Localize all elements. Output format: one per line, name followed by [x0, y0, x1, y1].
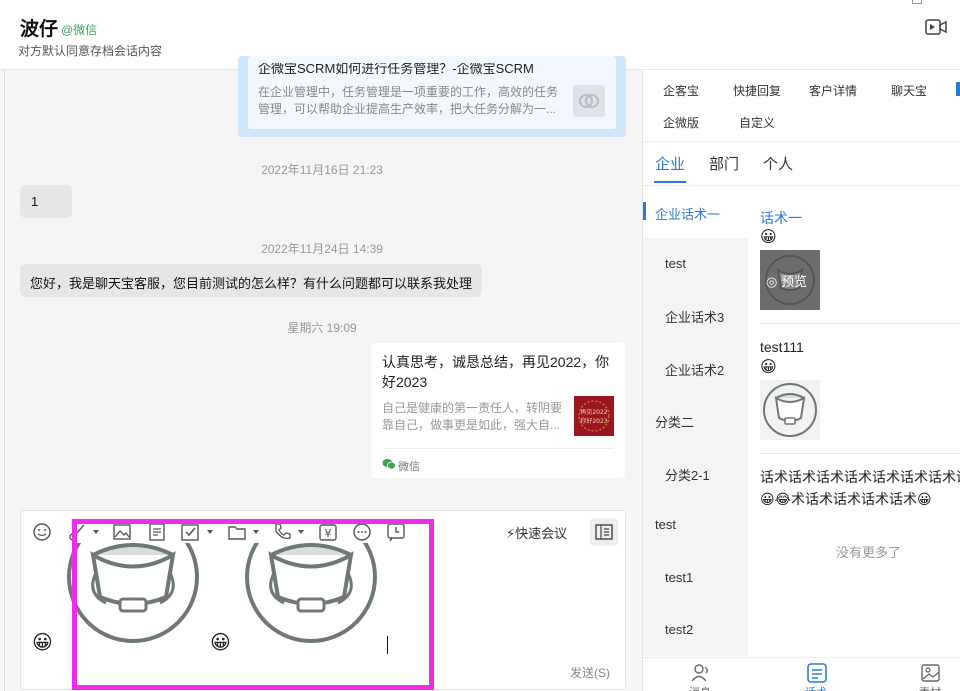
- article-card-desc: 在企业管理中，任务管理是一项重要的工作，高效的任务管理，可以帮助企业提高生产效率…: [258, 85, 559, 116]
- eye-icon: ◎: [766, 274, 778, 289]
- category-active-marker: [643, 202, 646, 220]
- nav-label-scripts: 话术: [805, 684, 827, 691]
- highlight-box: [72, 519, 434, 690]
- window-edge-icon: [912, 0, 922, 4]
- category-item[interactable]: test1: [665, 570, 693, 585]
- nav-label-materials: 素材: [919, 684, 941, 691]
- link-card-thumbnail: 再见2022 你好2023: [574, 396, 614, 436]
- divider: [760, 323, 960, 324]
- category-item[interactable]: 分类二: [655, 412, 694, 431]
- script-nav-icon[interactable]: [806, 663, 828, 683]
- category-item[interactable]: test: [665, 256, 686, 271]
- script-image[interactable]: [760, 380, 820, 440]
- preview-label: 预览: [780, 274, 807, 289]
- script-item-title[interactable]: 话术一: [760, 208, 802, 228]
- link-icon: [573, 85, 605, 117]
- subtab-underline: [654, 181, 686, 183]
- category-item[interactable]: 分类2-1: [665, 465, 710, 484]
- emoji-grin: 😀: [760, 229, 777, 246]
- link-card-desc: 自己是健康的第一责任人，转阴要靠自己，做事更是如此，强大自...: [382, 401, 563, 432]
- contacts-icon[interactable]: [690, 663, 712, 683]
- chat-scrollbar: [4, 70, 5, 691]
- no-more-label: 没有更多了: [836, 545, 902, 560]
- category-item[interactable]: test: [655, 517, 676, 532]
- link-card-divider: [382, 448, 614, 449]
- divider: [760, 453, 960, 454]
- tab-quick-reply[interactable]: 快捷回复: [733, 82, 781, 99]
- nav-label-messages: 消息: [689, 684, 711, 691]
- tab-liaotianbao[interactable]: 聊天宝: [891, 82, 927, 99]
- lightning-icon: ⚡: [506, 526, 516, 541]
- category-item[interactable]: test2: [665, 622, 693, 637]
- subtab-personal[interactable]: 个人: [763, 153, 793, 174]
- subtab-department[interactable]: 部门: [709, 153, 739, 174]
- contact-name: 波仔: [20, 19, 59, 40]
- message-bubble[interactable]: 1: [20, 185, 72, 218]
- wechat-icon: [382, 459, 396, 470]
- tab-customer-detail[interactable]: 客户详情: [809, 82, 857, 99]
- script-item-title[interactable]: test111: [760, 339, 804, 355]
- emoji-grin: 😀: [32, 632, 53, 654]
- thumb-text-1: 再见2022: [580, 409, 607, 416]
- tab-qikebao[interactable]: 企客宝: [663, 82, 699, 99]
- emoji-grin: 😀: [760, 359, 777, 376]
- material-icon[interactable]: [920, 663, 942, 683]
- article-card-title: 企微宝SCRM如何进行任务管理？-企微宝SCRM: [258, 63, 534, 76]
- message-bubble[interactable]: 您好，我是聊天宝客服，您目前测试的怎么样？有什么问题都可以联系我处理: [20, 264, 483, 297]
- emoji-icon[interactable]: [32, 522, 52, 542]
- quick-meeting-label: 快速会议: [515, 526, 568, 541]
- contact-source: @微信: [61, 23, 98, 37]
- tab-overflow-indicator: [956, 82, 960, 96]
- send-button[interactable]: 发送(S): [570, 664, 610, 681]
- message-timestamp: 星期六 19:09: [287, 321, 357, 335]
- script-text-line: 😀😂术话术话术话术话术😀: [760, 491, 932, 507]
- divider: [643, 141, 960, 142]
- category-item[interactable]: 企业话术3: [665, 307, 724, 326]
- archive-note: 对方默认同意存档会话内容: [18, 44, 163, 58]
- tab-qiweiban[interactable]: 企微版: [663, 114, 699, 131]
- video-call-icon[interactable]: [925, 18, 947, 36]
- message-timestamp: 2022年11月16日 21:23: [261, 163, 383, 177]
- script-text-line: 话术话术话术话术话术话术话术话: [760, 469, 960, 485]
- quick-meeting-button[interactable]: ⚡快速会议: [506, 523, 567, 542]
- script-long-text[interactable]: 话术话术话术话术话术话术话术话 😀😂术话术话术话术话术😀: [760, 466, 960, 510]
- category-item[interactable]: 企业话术2: [665, 360, 724, 379]
- category-item[interactable]: 企业话术一: [655, 204, 720, 223]
- preview-overlay[interactable]: ◎ 预览: [766, 271, 807, 290]
- subtab-enterprise[interactable]: 企业: [655, 153, 685, 174]
- tab-custom[interactable]: 自定义: [739, 114, 775, 131]
- cup-thumbnail: [763, 383, 817, 437]
- message-timestamp: 2022年11月24日 14:39: [261, 242, 383, 256]
- thumb-text-2: 你好2023: [580, 417, 607, 425]
- link-card-title: 认真思考，诚恳总结，再见2022，你好2023: [382, 354, 610, 390]
- link-card-source: 微信: [398, 461, 420, 473]
- panel-icon: [595, 524, 613, 540]
- side-panel-toggle[interactable]: [590, 518, 618, 546]
